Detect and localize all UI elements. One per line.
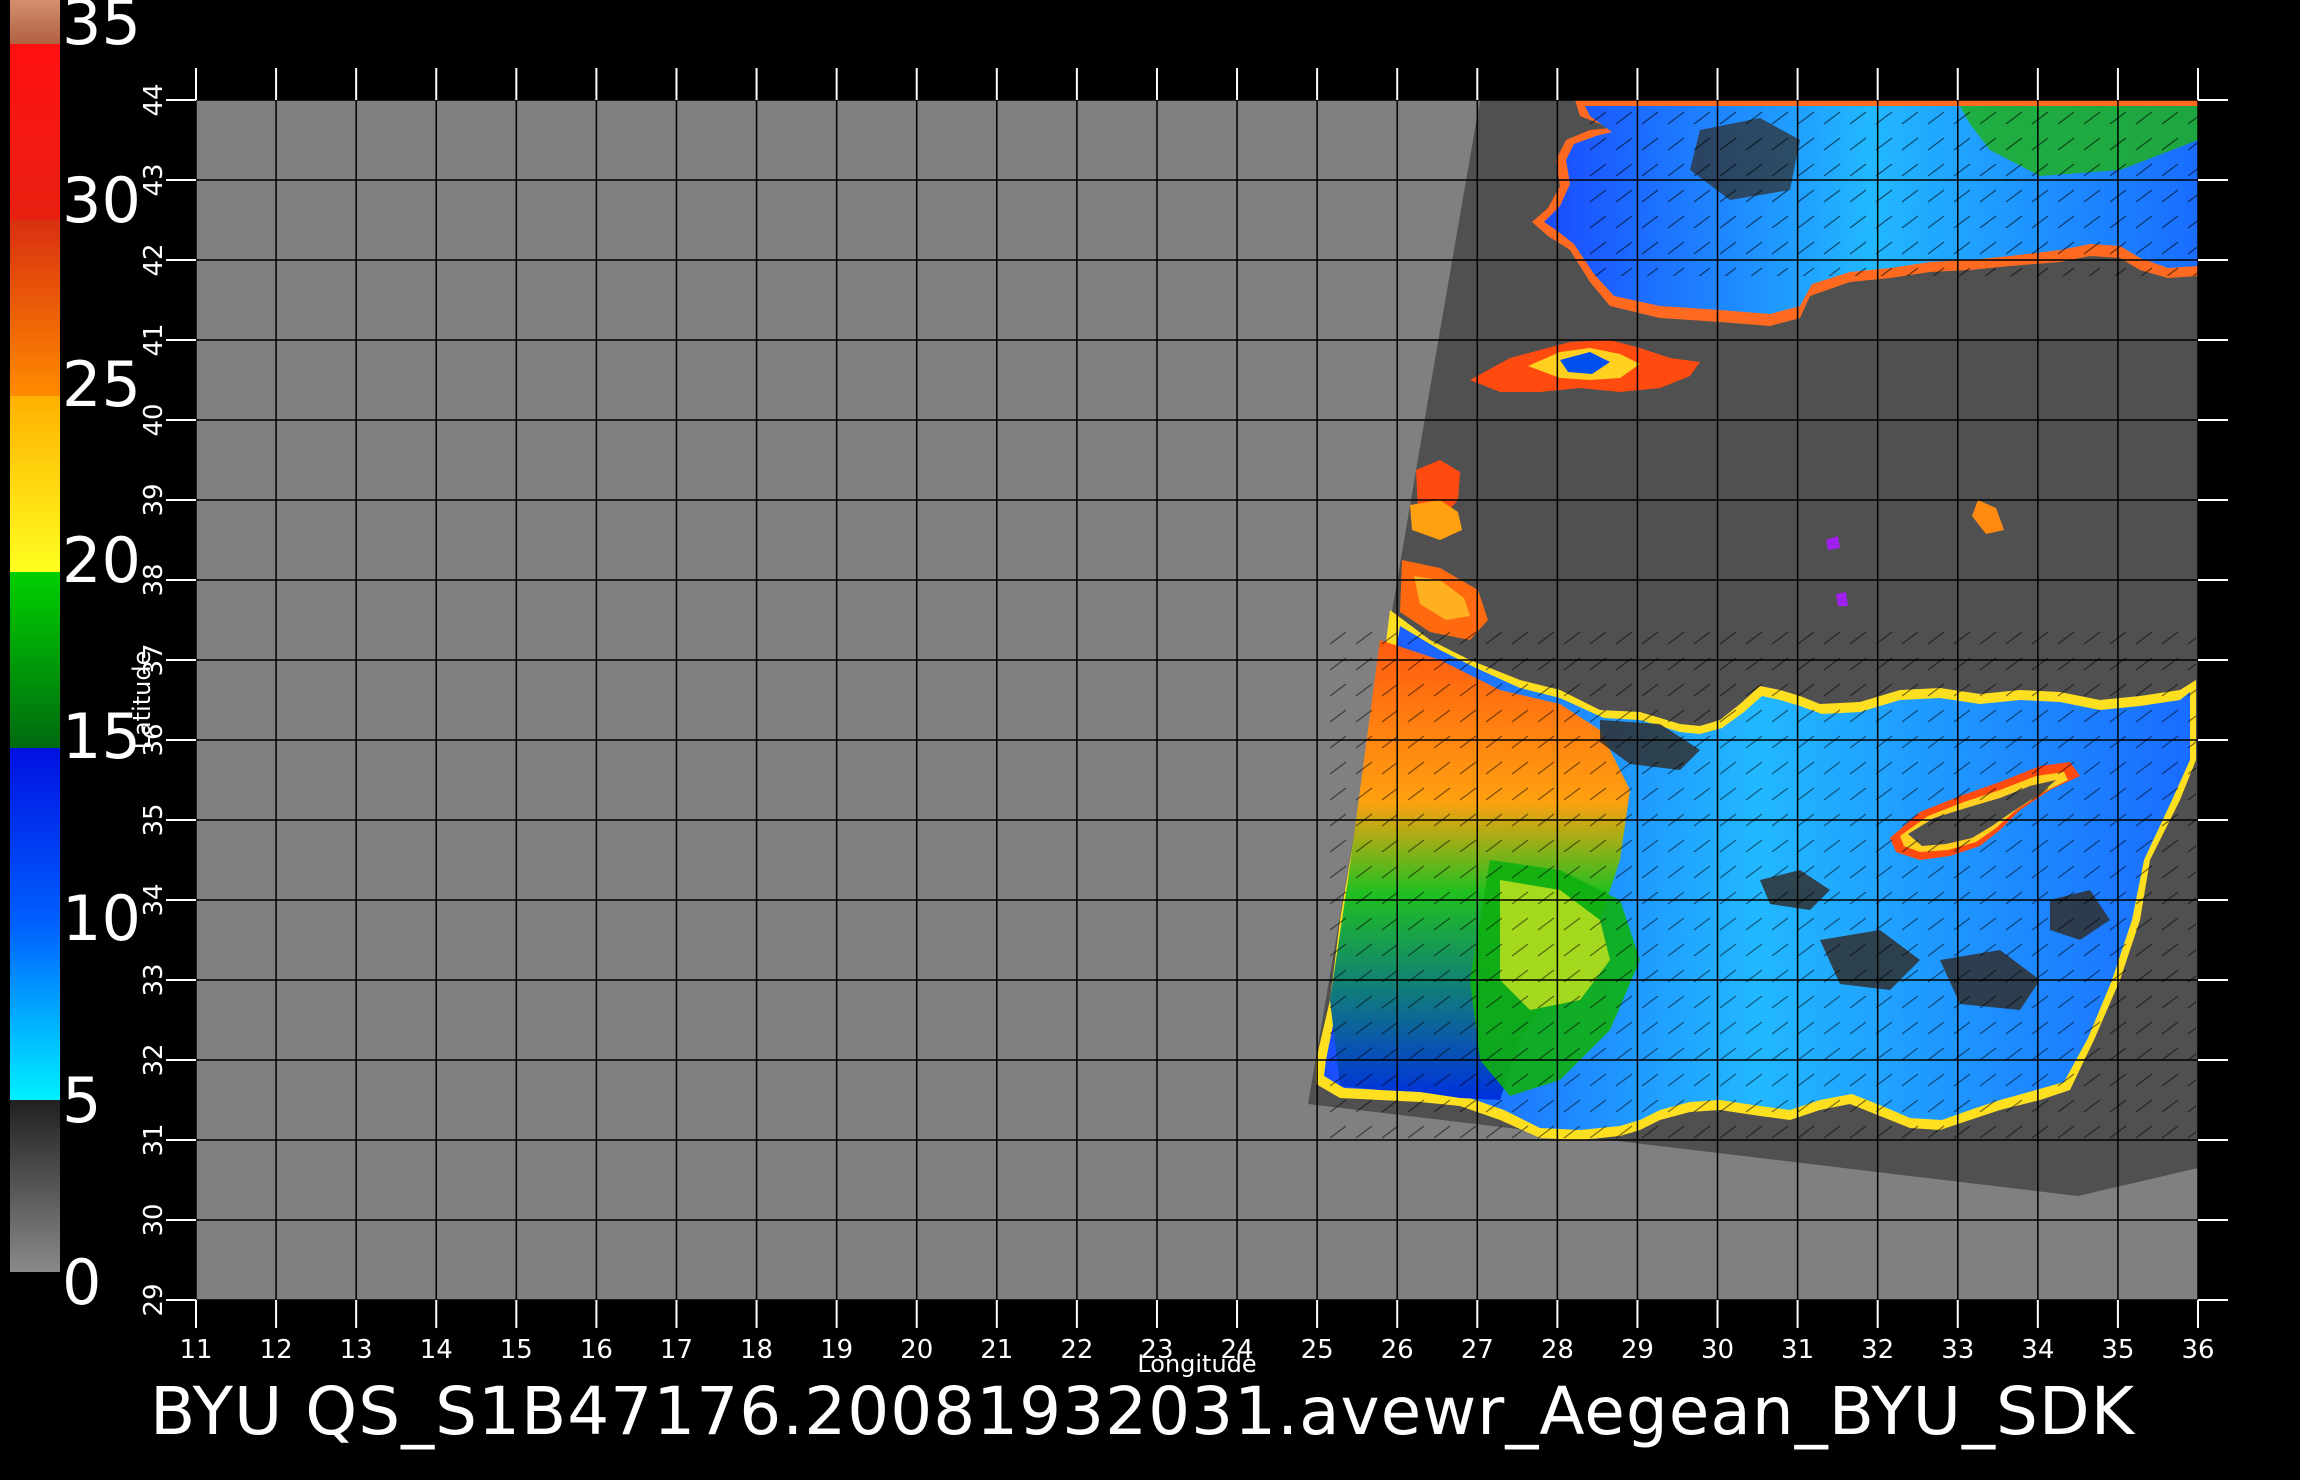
y-axis-label: Latitude (128, 651, 156, 750)
colorbar-label: 35 (62, 0, 141, 59)
x-tick-label: 35 (2101, 1335, 2134, 1365)
x-tick-label: 26 (1381, 1335, 1414, 1365)
x-tick-label: 13 (340, 1335, 373, 1365)
y-tick-label: 35 (139, 803, 169, 836)
colorbar-segment-gray (10, 1100, 60, 1272)
y-tick-label: 31 (139, 1123, 169, 1156)
x-tick-label: 29 (1621, 1335, 1654, 1365)
y-tick-label: 39 (139, 483, 169, 516)
y-tick-label: 43 (139, 163, 169, 196)
footer-title: BYU QS_S1B47176.20081932031.avewr_Aegean… (150, 1373, 2136, 1450)
map-plot: 11 12 13 14 15 16 17 18 19 20 21 22 23 24 25 26 27 28 29 30… (128, 68, 2228, 1378)
x-tick-label: 34 (2021, 1335, 2054, 1365)
x-tick-label: 12 (260, 1335, 293, 1365)
colorbar-top-cap (10, 0, 60, 44)
colorbar-label: 0 (62, 1246, 101, 1319)
y-tick-label: 44 (139, 83, 169, 116)
x-tick-label: 14 (420, 1335, 453, 1365)
colorbar-label: 30 (62, 164, 141, 237)
x-tick-label: 32 (1861, 1335, 1894, 1365)
y-tick-label: 30 (139, 1203, 169, 1236)
x-tick-label: 11 (179, 1335, 212, 1365)
x-tick-label: 20 (900, 1335, 933, 1365)
x-tick-label: 33 (1941, 1335, 1974, 1365)
y-tick-label: 33 (139, 963, 169, 996)
colorbar-label: 5 (62, 1064, 101, 1137)
colorbar-segment-blue (10, 748, 60, 1100)
y-tick-label: 29 (139, 1283, 169, 1316)
y-tick-label: 38 (139, 563, 169, 596)
x-tick-label: 21 (980, 1335, 1013, 1365)
colorbar-label: 20 (62, 524, 141, 597)
colorbar-segment-green (10, 572, 60, 748)
x-tick-label: 27 (1461, 1335, 1494, 1365)
y-tick-label: 40 (139, 403, 169, 436)
y-tick-label: 32 (139, 1043, 169, 1076)
x-tick-label: 15 (500, 1335, 533, 1365)
colorbar-segment-yellow (10, 396, 60, 572)
x-tick-label: 19 (820, 1335, 853, 1365)
x-tick-label: 16 (580, 1335, 613, 1365)
x-tick-label: 18 (740, 1335, 773, 1365)
colorbar: 35302520151050 (10, 0, 141, 1319)
wind-speed-map-figure: 35 30 25 20 15 10 5 0 11 12 13 14 15 16 17 18 1… (10, 0, 2228, 1450)
x-tick-label: 28 (1541, 1335, 1574, 1365)
x-tick-label: 22 (1060, 1335, 1093, 1365)
x-tick-label: 17 (660, 1335, 693, 1365)
colorbar-label: 10 (62, 882, 141, 955)
colorbar-segment-orange (10, 220, 60, 396)
x-tick-label: 25 (1301, 1335, 1334, 1365)
x-tick-label: 30 (1701, 1335, 1734, 1365)
colorbar-segment-red (10, 44, 60, 220)
y-tick-label: 34 (139, 883, 169, 916)
y-tick-label: 42 (139, 243, 169, 276)
x-tick-label: 36 (2181, 1335, 2214, 1365)
colorbar-label: 25 (62, 348, 141, 421)
y-tick-label: 41 (139, 323, 169, 356)
x-tick-label: 31 (1781, 1335, 1814, 1365)
